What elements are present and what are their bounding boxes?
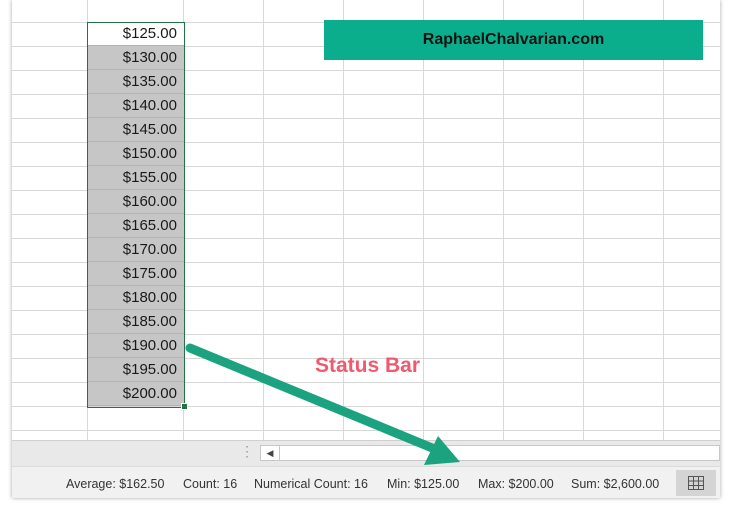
excel-window: $125.00 $130.00 $135.00 $140.00 $145.00 …	[12, 0, 720, 498]
annotation-arrow-icon	[185, 343, 460, 465]
